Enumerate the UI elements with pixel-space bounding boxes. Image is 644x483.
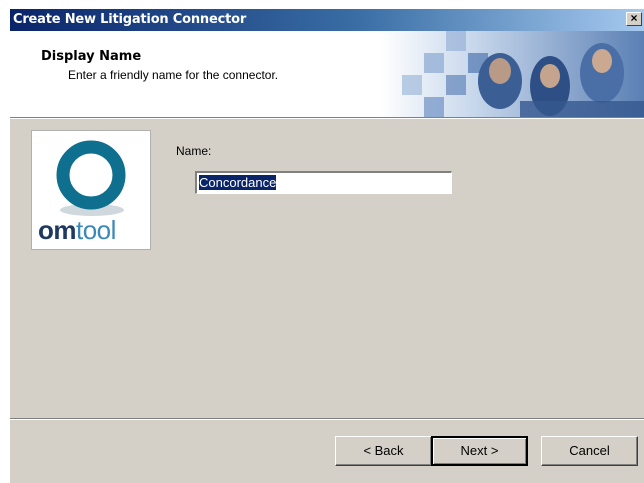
omtool-logo: omtool bbox=[31, 130, 151, 250]
page-subtitle: Enter a friendly name for the connector. bbox=[68, 68, 279, 82]
logo-ring-icon bbox=[56, 140, 126, 216]
close-icon: × bbox=[630, 11, 638, 25]
window-title: Create New Litigation Connector bbox=[13, 12, 247, 27]
cancel-button[interactable]: Cancel bbox=[541, 436, 638, 466]
name-input-value: Concordance bbox=[199, 175, 277, 190]
header-banner-image bbox=[380, 31, 644, 117]
name-input[interactable]: Concordance bbox=[195, 171, 452, 194]
back-button[interactable]: < Back bbox=[335, 436, 432, 466]
page-title: Display Name bbox=[41, 49, 142, 64]
name-label: Name: bbox=[176, 144, 212, 158]
wizard-window: Create New Litigation Connector × Displa… bbox=[9, 8, 644, 483]
wizard-header: Display Name Enter a friendly name for t… bbox=[10, 31, 644, 117]
title-bar[interactable]: Create New Litigation Connector × bbox=[10, 9, 644, 31]
close-button[interactable]: × bbox=[626, 12, 642, 26]
next-button[interactable]: Next > bbox=[431, 436, 528, 466]
logo-wordmark: omtool bbox=[38, 215, 116, 245]
